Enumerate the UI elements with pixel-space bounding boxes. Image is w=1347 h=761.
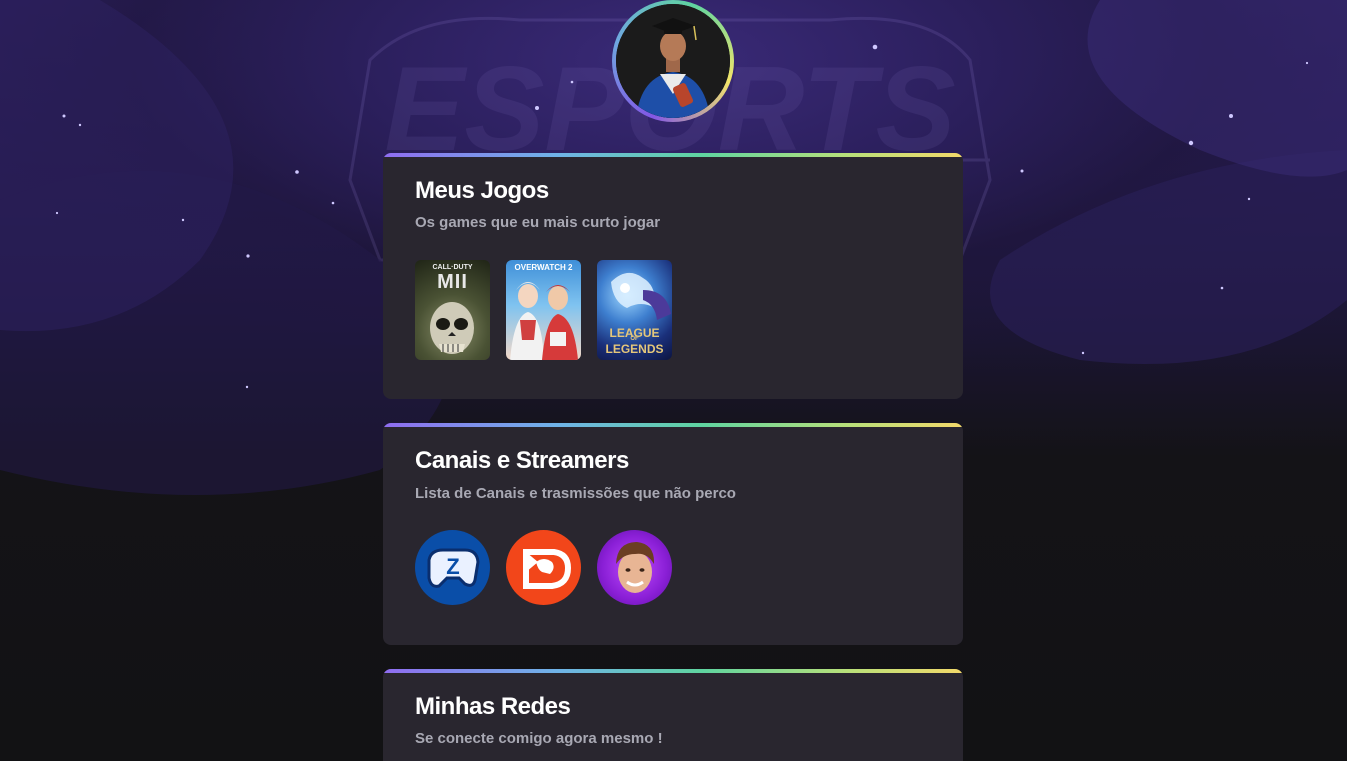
dragon-icon — [523, 549, 572, 589]
games-list: CALL·DUTY MII OVERWATCH 2 LEAGUE OF LEGE… — [415, 260, 672, 360]
channel-dragon[interactable] — [506, 530, 581, 605]
overwatch-cover — [510, 282, 578, 360]
game-call-of-duty[interactable]: CALL·DUTY MII — [415, 260, 490, 360]
section-title: Meus Jogos — [415, 177, 549, 204]
channel-letter: Z — [446, 554, 459, 579]
game-league-of-legends[interactable]: LEAGUE OF LEGENDS — [597, 260, 672, 360]
lol-logo-legends: LEGENDS — [605, 342, 664, 356]
social-card: Minhas Redes Se conecte comigo agora mes… — [383, 669, 963, 761]
streamer-face-icon — [616, 542, 655, 593]
section-subtitle: Os games que eu mais curto jogar — [415, 214, 661, 231]
section-title: Minhas Redes — [415, 693, 571, 720]
section-title: Canais e Streamers — [415, 447, 629, 474]
channels-list: Z — [415, 530, 672, 605]
channel-zangado[interactable]: Z — [415, 530, 490, 605]
section-subtitle: Lista de Canais e trasmissões que não pe… — [415, 485, 736, 502]
profile-photo-icon — [616, 4, 730, 118]
game-overwatch[interactable]: OVERWATCH 2 — [506, 260, 581, 360]
overwatch-logo-text: OVERWATCH 2 — [514, 263, 573, 272]
channel-streamer[interactable] — [597, 530, 672, 605]
section-subtitle: Se conecte comigo agora mesmo ! — [415, 730, 663, 747]
channels-card: Canais e Streamers Lista de Canais e tra… — [383, 423, 963, 645]
controller-z-icon: Z — [427, 548, 480, 588]
cod-logo-big: MII — [437, 271, 468, 293]
games-card: Meus Jogos Os games que eu mais curto jo… — [383, 153, 963, 399]
avatar — [616, 4, 730, 118]
cod-logo-text: CALL·DUTY — [432, 264, 473, 271]
profile-avatar — [612, 0, 734, 122]
